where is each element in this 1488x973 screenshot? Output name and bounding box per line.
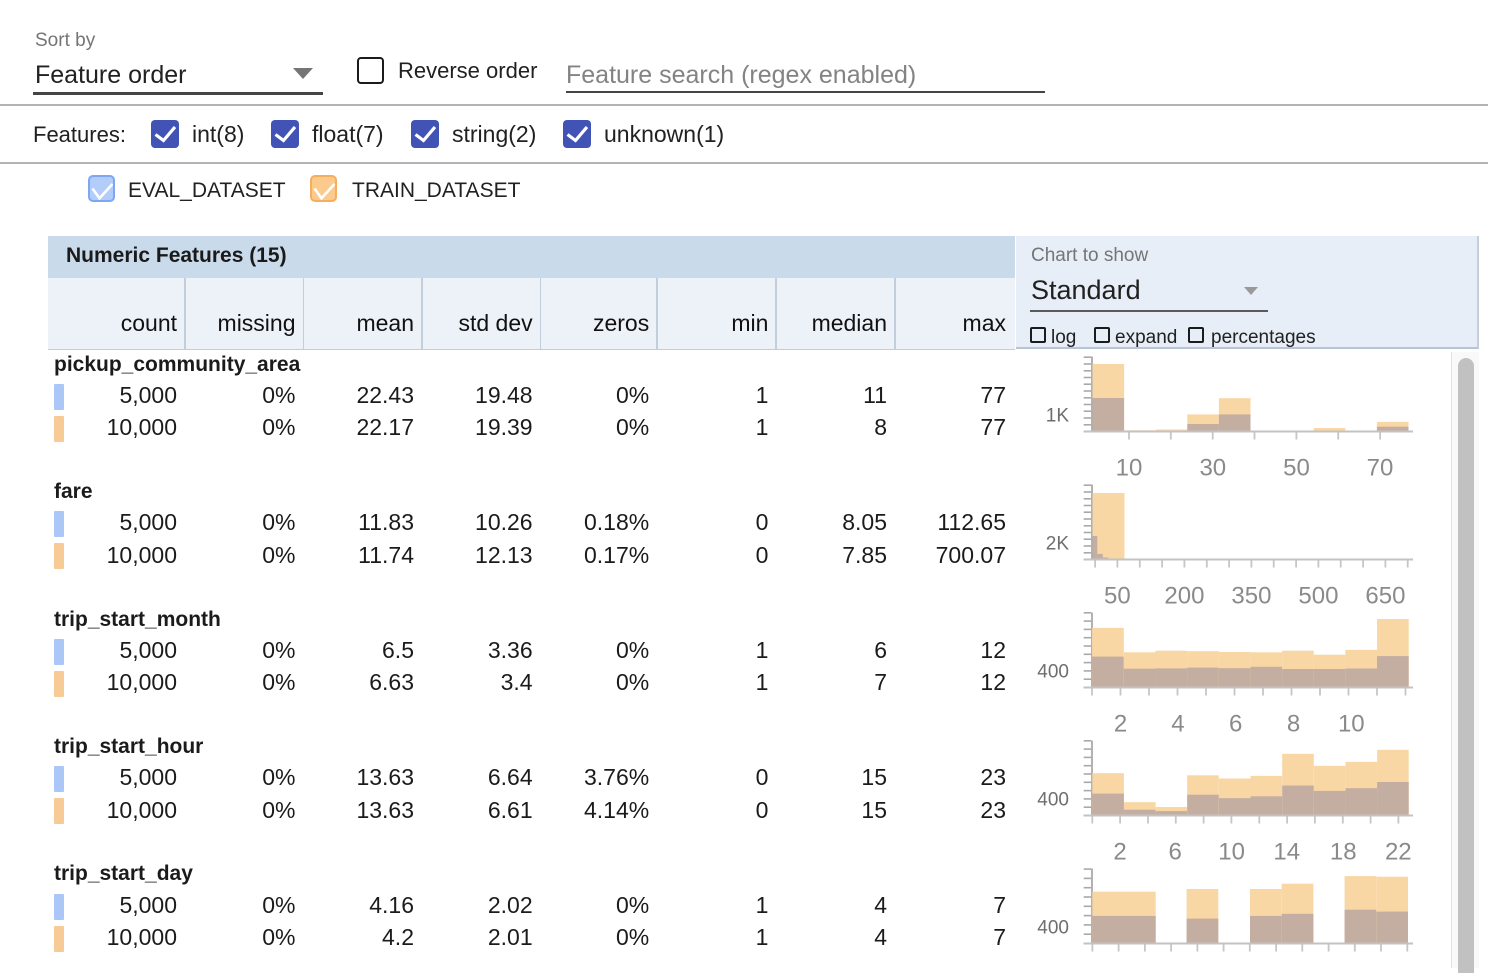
svg-text:10: 10	[1218, 839, 1245, 866]
svg-text:10: 10	[1338, 711, 1365, 738]
svg-text:8: 8	[1287, 711, 1300, 738]
svg-text:6: 6	[1229, 711, 1242, 738]
svg-text:2: 2	[1114, 711, 1127, 738]
svg-text:50: 50	[1283, 455, 1310, 482]
svg-text:6: 6	[1169, 839, 1182, 866]
svg-text:14: 14	[1273, 839, 1300, 866]
svg-text:350: 350	[1231, 583, 1271, 610]
svg-text:18: 18	[1330, 839, 1357, 866]
svg-text:400: 400	[1037, 662, 1069, 683]
svg-text:2K: 2K	[1046, 534, 1070, 555]
svg-text:400: 400	[1037, 918, 1069, 939]
svg-text:1K: 1K	[1046, 406, 1070, 427]
svg-text:50: 50	[1104, 583, 1131, 610]
svg-text:200: 200	[1164, 583, 1204, 610]
svg-text:2: 2	[1113, 839, 1126, 866]
svg-text:70: 70	[1367, 455, 1394, 482]
svg-text:10: 10	[1116, 455, 1143, 482]
svg-text:30: 30	[1199, 455, 1226, 482]
svg-text:400: 400	[1037, 790, 1069, 811]
svg-text:4: 4	[1171, 711, 1184, 738]
svg-text:650: 650	[1365, 583, 1405, 610]
svg-text:500: 500	[1298, 583, 1338, 610]
svg-text:22: 22	[1385, 839, 1412, 866]
